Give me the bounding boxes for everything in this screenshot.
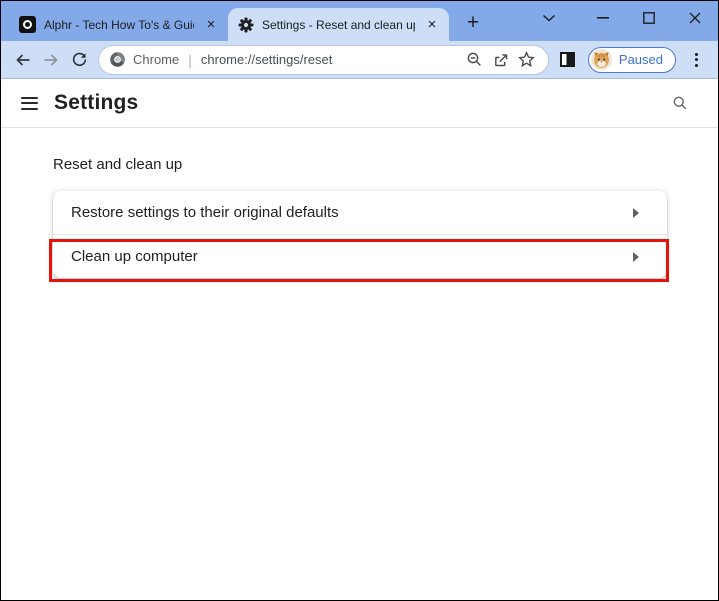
profile-chip[interactable]: Paused	[587, 46, 676, 73]
section-label: Reset and clean up	[53, 156, 183, 173]
chevron-right-icon	[633, 207, 639, 218]
tab-title: Alphr - Tech How To's & Guide	[44, 17, 194, 32]
settings-header: Settings	[1, 79, 718, 128]
tab-settings[interactable]: Settings - Reset and clean up ×	[228, 8, 449, 41]
tab-strip: Alphr - Tech How To's & Guide × Settings…	[1, 1, 718, 41]
avatar	[590, 49, 612, 70]
tab-search-chevron-icon[interactable]	[534, 1, 564, 35]
window-controls	[534, 1, 718, 35]
settings-content: Reset and clean up Restore settings to t…	[1, 128, 718, 278]
chrome-logo-icon	[109, 51, 126, 68]
bookmark-star-icon[interactable]	[514, 47, 540, 73]
reload-icon[interactable]	[65, 46, 93, 74]
tab-title: Settings - Reset and clean up	[262, 17, 415, 32]
menu-kebab-icon[interactable]	[682, 46, 710, 74]
browser-toolbar: Chrome | chrome://settings/reset Paused	[1, 41, 718, 79]
settings-gear-favicon-icon	[238, 17, 254, 33]
minimize-button[interactable]	[580, 1, 626, 35]
url-text[interactable]: chrome://settings/reset	[201, 52, 462, 67]
profile-status-badge: Paused	[618, 52, 663, 67]
tab-alphr[interactable]: Alphr - Tech How To's & Guide ×	[9, 8, 228, 41]
hamburger-menu-icon[interactable]	[21, 96, 38, 110]
reset-card: Restore settings to their original defau…	[53, 191, 667, 278]
page-title: Settings	[54, 91, 139, 114]
row-label: Restore settings to their original defau…	[71, 204, 339, 221]
browser-window: Alphr - Tech How To's & Guide × Settings…	[0, 0, 719, 601]
address-bar[interactable]: Chrome | chrome://settings/reset	[99, 45, 548, 74]
search-icon[interactable]	[666, 89, 694, 117]
row-clean-up-computer[interactable]: Clean up computer	[53, 234, 667, 278]
tab-close-icon[interactable]: ×	[423, 16, 441, 34]
forward-icon[interactable]	[37, 46, 65, 74]
alphr-favicon-icon	[19, 16, 36, 33]
share-icon[interactable]	[488, 47, 514, 73]
zoom-out-icon[interactable]	[462, 47, 488, 73]
row-restore-settings[interactable]: Restore settings to their original defau…	[53, 191, 667, 234]
new-tab-button[interactable]: +	[459, 9, 487, 37]
row-label: Clean up computer	[71, 248, 198, 265]
chevron-right-icon	[633, 251, 639, 262]
close-button[interactable]	[672, 1, 718, 35]
url-separator: |	[188, 51, 192, 68]
site-label: Chrome	[133, 52, 180, 67]
side-panel-icon[interactable]	[554, 46, 582, 74]
back-icon[interactable]	[9, 46, 37, 74]
tab-close-icon[interactable]: ×	[202, 16, 220, 34]
maximize-button[interactable]	[626, 1, 672, 35]
